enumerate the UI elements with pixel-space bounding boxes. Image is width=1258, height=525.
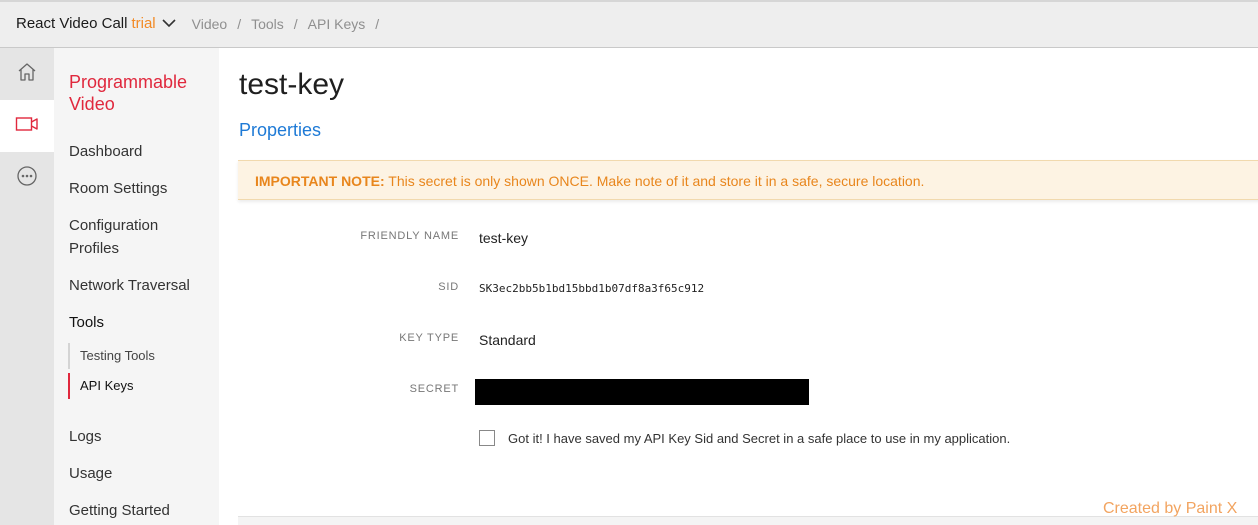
breadcrumb-separator: / [375, 15, 380, 32]
acknowledge-checkbox[interactable] [479, 430, 495, 446]
icon-rail [0, 48, 54, 525]
chevron-down-icon [162, 19, 176, 28]
breadcrumb-separator: / [293, 15, 298, 32]
home-icon [16, 61, 38, 88]
acknowledge-checkbox-row[interactable]: Got it! I have saved my API Key Sid and … [479, 430, 1010, 446]
more-icon [16, 165, 38, 192]
secret-label: SECRET [409, 383, 459, 395]
key-type-label: KEY TYPE [399, 332, 459, 344]
section-sidebar: Programmable Video Dashboard Room Settin… [54, 48, 219, 525]
breadcrumb-api-keys[interactable]: API Keys [308, 16, 366, 32]
note-text: This secret is only shown ONCE. Make not… [384, 173, 925, 189]
main-content: test-key Properties IMPORTANT NOTE: This… [219, 48, 1258, 525]
breadcrumb: Video / Tools / API Keys / [192, 16, 390, 32]
sidebar-item-network-traversal[interactable]: Network Traversal [69, 274, 190, 297]
note-label: IMPORTANT NOTE: [255, 173, 385, 189]
breadcrumb-video[interactable]: Video [192, 16, 228, 32]
sidebar-item-logs[interactable]: Logs [69, 425, 102, 448]
important-note-banner: IMPORTANT NOTE: This secret is only show… [238, 160, 1258, 200]
sid-label: SID [438, 281, 459, 293]
video-icon [15, 115, 39, 138]
project-name: React Video Call [16, 15, 128, 32]
rail-home-button[interactable] [0, 48, 54, 100]
breadcrumb-separator: / [237, 15, 242, 32]
friendly-name-value: test-key [479, 230, 529, 246]
properties-heading[interactable]: Properties [239, 120, 321, 141]
top-bar: React Video Call trial Video / Tools / A… [0, 0, 1258, 48]
sidebar-item-tools[interactable]: Tools [69, 311, 104, 334]
project-selector[interactable]: React Video Call trial [16, 15, 176, 32]
secret-value-redacted [475, 379, 809, 405]
breadcrumb-tools[interactable]: Tools [251, 16, 284, 32]
friendly-name-label: FRIENDLY NAME [360, 230, 459, 242]
rail-video-button[interactable] [0, 100, 54, 152]
sidebar-title[interactable]: Programmable Video [69, 71, 209, 115]
sidebar-item-usage[interactable]: Usage [69, 462, 112, 485]
sidebar-item-getting-started[interactable]: Getting Started [69, 499, 170, 522]
acknowledge-label: Got it! I have saved my API Key Sid and … [508, 430, 1011, 446]
sidebar-item-dashboard[interactable]: Dashboard [69, 140, 142, 163]
sidebar-subitem-testing-tools[interactable]: Testing Tools [68, 343, 208, 369]
sidebar-subitem-api-keys[interactable]: API Keys [68, 373, 208, 399]
page-title: test-key [239, 68, 345, 101]
sidebar-item-room-settings[interactable]: Room Settings [69, 177, 167, 200]
key-type-value: Standard [479, 332, 536, 348]
watermark: Created by Paint X [1103, 500, 1238, 517]
sidebar-item-configuration-profiles[interactable]: Configuration Profiles [69, 214, 189, 260]
sid-value: SK3ec2bb5b1bd15bbd1b07df8a3f65c912 [479, 282, 705, 295]
trial-badge: trial [131, 15, 156, 32]
rail-more-button[interactable] [0, 152, 54, 204]
